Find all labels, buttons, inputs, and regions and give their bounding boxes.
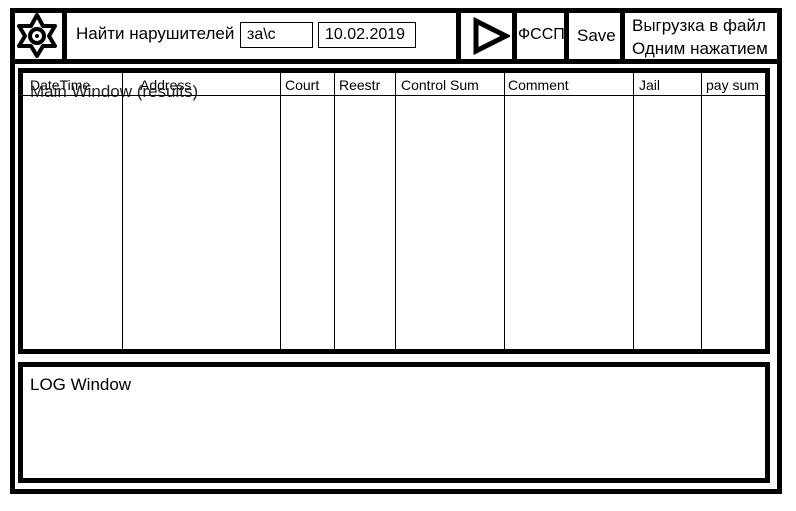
results-window bbox=[18, 68, 770, 354]
export-label-line1: Выгрузка в файл bbox=[632, 16, 766, 35]
column-divider bbox=[122, 73, 123, 349]
gear-star-icon bbox=[14, 12, 60, 58]
column-header-jail[interactable]: Jail bbox=[639, 77, 660, 93]
column-divider bbox=[633, 73, 634, 349]
column-header-reestr[interactable]: Reestr bbox=[339, 77, 380, 93]
run-button[interactable] bbox=[470, 16, 512, 56]
column-header-court[interactable]: Court bbox=[285, 77, 319, 93]
save-button[interactable]: Save bbox=[577, 26, 616, 46]
toolbar-separator bbox=[456, 8, 461, 64]
column-divider bbox=[395, 73, 396, 349]
column-header-comment[interactable]: Comment bbox=[508, 77, 569, 93]
find-violators-label: Найти нарушителей bbox=[76, 24, 235, 43]
column-divider bbox=[504, 73, 505, 349]
column-divider bbox=[280, 73, 281, 349]
results-window-title: Main Window (results) bbox=[30, 82, 199, 101]
toolbar-separator bbox=[512, 8, 517, 64]
date-input[interactable]: 10.02.2019 bbox=[318, 22, 416, 48]
filter-input[interactable]: за\с bbox=[240, 22, 313, 48]
column-header-pay-sum[interactable]: pay sum bbox=[706, 77, 759, 93]
column-divider bbox=[701, 73, 702, 349]
table-header-divider bbox=[23, 95, 765, 96]
column-divider bbox=[334, 73, 335, 349]
toolbar-separator bbox=[62, 8, 67, 64]
play-icon bbox=[473, 16, 512, 56]
fssp-button[interactable]: ФССП bbox=[518, 26, 565, 44]
toolbar-separator bbox=[620, 8, 625, 64]
log-window-title: LOG Window bbox=[30, 375, 132, 394]
column-header-control-sum[interactable]: Control Sum bbox=[401, 77, 479, 93]
export-label-line2: Одним нажатием bbox=[632, 39, 768, 58]
export-button[interactable]: Выгрузка в файл Одним нажатием bbox=[632, 14, 768, 60]
